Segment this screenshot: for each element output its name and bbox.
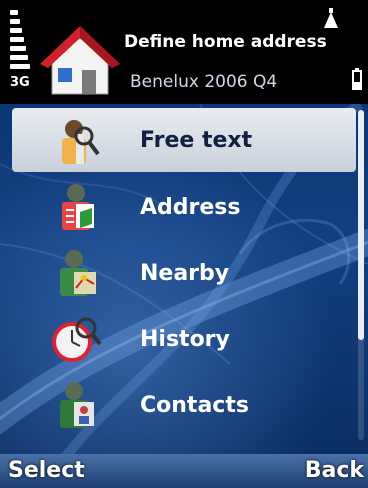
menu-item-label: Free text: [140, 127, 253, 153]
menu-item-contacts[interactable]: Contacts: [12, 372, 356, 438]
menu-item-label: Address: [140, 194, 241, 220]
home-icon: [40, 26, 120, 95]
select-softkey[interactable]: Select: [8, 458, 85, 483]
softkey-bar: Select Back: [0, 454, 368, 488]
back-softkey[interactable]: Back: [305, 458, 364, 483]
menu-area: Free text Address Nearby History Contact…: [0, 104, 368, 454]
pen-icon: [324, 8, 338, 28]
map-version: Benelux 2006 Q4: [130, 72, 278, 92]
menu-item-history[interactable]: History: [12, 306, 356, 372]
scrollbar[interactable]: [358, 110, 364, 440]
search-person-icon: [62, 120, 100, 164]
network-type-label: 3G: [10, 75, 30, 90]
menu-item-label: History: [140, 326, 230, 352]
menu-item-nearby[interactable]: Nearby: [12, 240, 356, 306]
menu-list: Free text Address Nearby History Contact…: [12, 108, 356, 438]
nearby-map-icon: [60, 250, 96, 296]
title-bar: 3G Define home address Benelux 2006 Q4: [0, 0, 368, 104]
history-clock-icon: [52, 317, 102, 362]
address-book-icon: [62, 184, 94, 230]
menu-item-free-text[interactable]: Free text: [12, 108, 356, 172]
page-title: Define home address: [124, 32, 327, 52]
battery-icon: [352, 68, 362, 90]
menu-item-address[interactable]: Address: [12, 174, 356, 240]
menu-item-label: Contacts: [140, 392, 249, 418]
menu-item-label: Nearby: [140, 260, 230, 286]
contacts-icon: [60, 382, 94, 428]
scrollbar-thumb[interactable]: [358, 110, 364, 340]
signal-strength-icon: [10, 10, 32, 72]
